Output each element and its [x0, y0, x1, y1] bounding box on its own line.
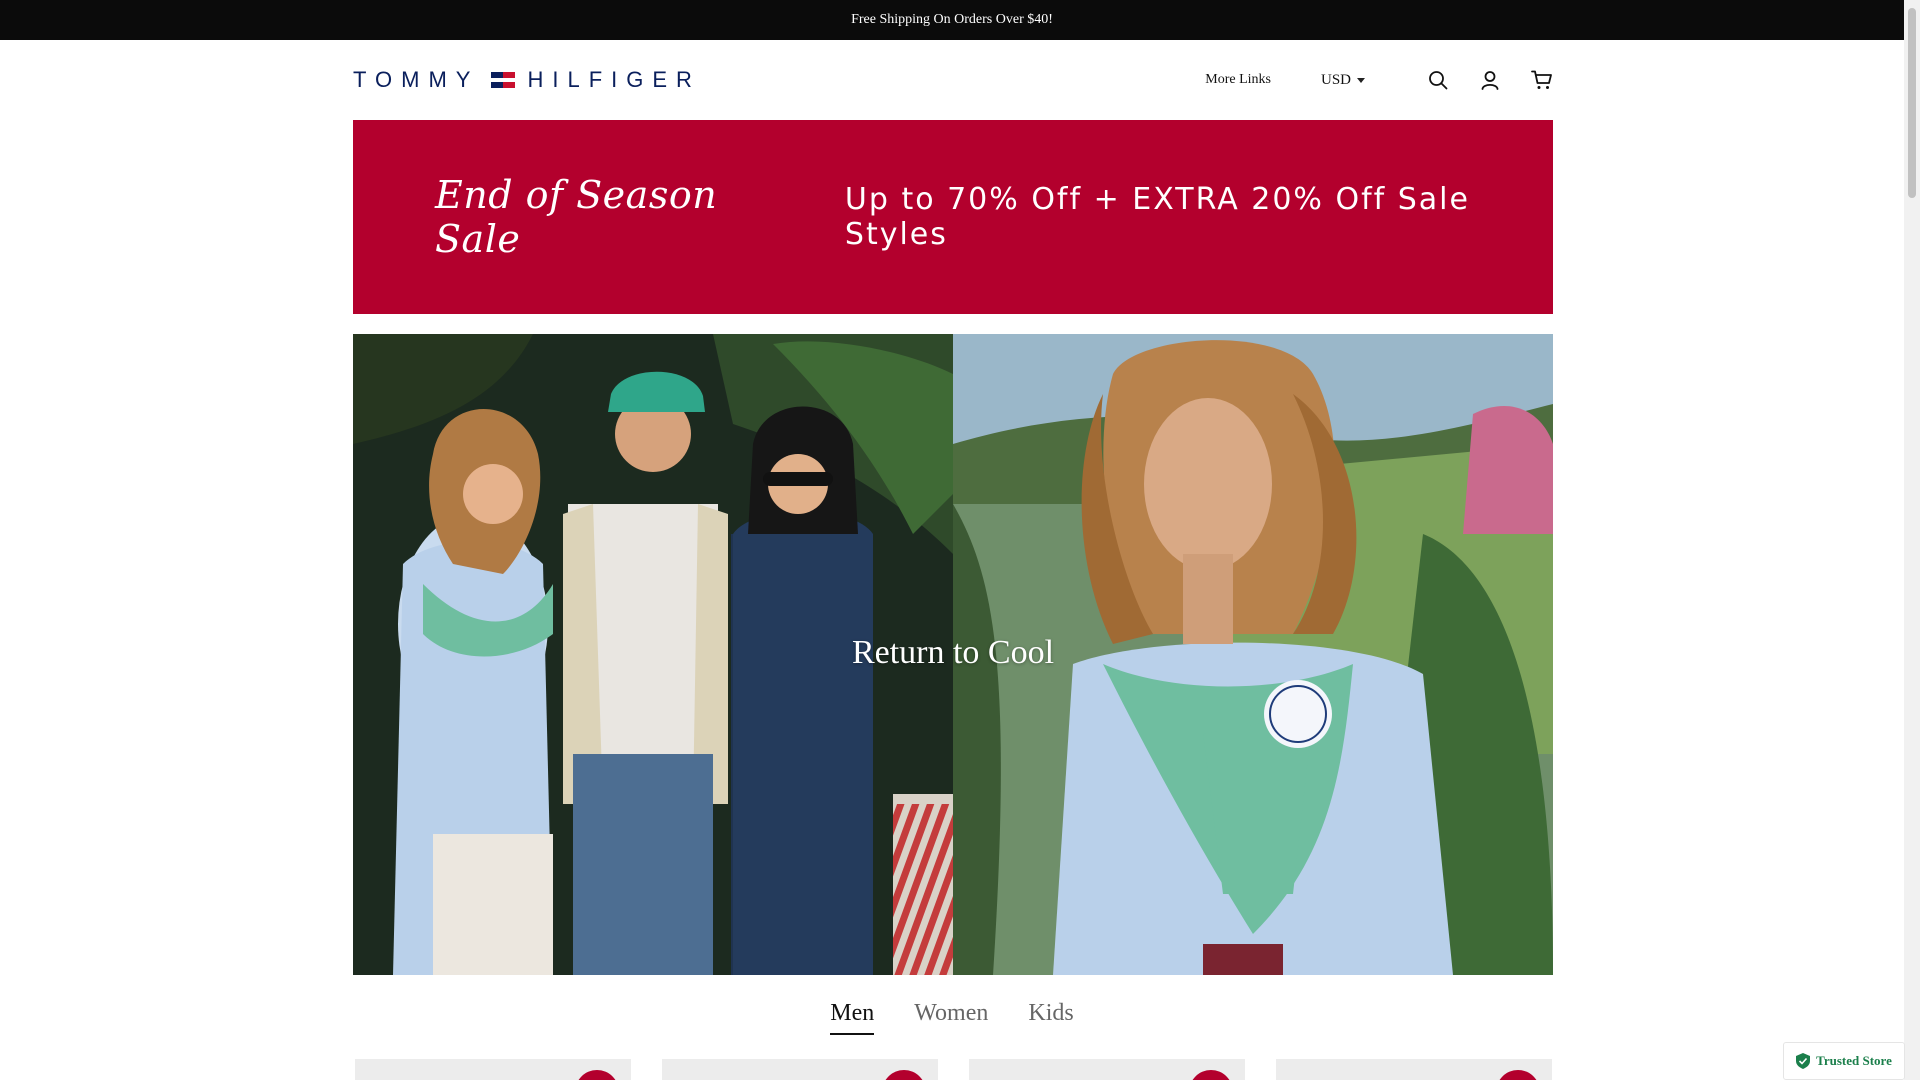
announcement-text: Free Shipping On Orders Over $40!: [851, 12, 1053, 27]
product-grid: [353, 1059, 1553, 1080]
trusted-store-badge[interactable]: Trusted Store: [1783, 1042, 1905, 1080]
tab-men[interactable]: Men: [830, 1000, 875, 1035]
product-card[interactable]: [1276, 1059, 1552, 1080]
sale-promo-banner[interactable]: End of Season Sale Up to 70% Off + EXTRA…: [353, 120, 1553, 314]
header-actions: More Links USD: [1205, 69, 1553, 91]
currency-selector[interactable]: USD: [1321, 72, 1365, 89]
shield-check-icon: [1796, 1053, 1811, 1069]
brand-logo-right: HILFIGER: [527, 67, 701, 92]
sale-badge: [1189, 1070, 1233, 1080]
sale-badge: [882, 1070, 926, 1080]
cart-icon: [1531, 70, 1552, 89]
tab-kids[interactable]: Kids: [1028, 1000, 1073, 1035]
hero-title: Return to Cool: [851, 634, 1055, 671]
currency-value: USD: [1320, 71, 1351, 88]
category-tabs: Men Women Kids: [0, 1000, 1904, 1035]
brand-logo-left: TOMMY: [353, 67, 480, 92]
trusted-store-label: Trusted Store: [1816, 1053, 1892, 1068]
page-scrollbar[interactable]: [1904, 0, 1920, 1080]
more-links-link[interactable]: More Links: [1205, 72, 1271, 88]
product-card[interactable]: [969, 1059, 1245, 1080]
product-card[interactable]: [355, 1059, 631, 1080]
brand-logo[interactable]: TOMMY HILFIGER: [353, 67, 701, 93]
scrollbar-thumb[interactable]: [1908, 8, 1916, 198]
flag-icon: [491, 72, 516, 88]
promo-offer-text: Up to 70% Off + EXTRA 20% Off Sale Style…: [844, 182, 1470, 252]
announcement-bar: Free Shipping On Orders Over $40!: [0, 0, 1904, 40]
site-header: TOMMY HILFIGER More Links USD: [353, 40, 1553, 120]
search-button[interactable]: [1427, 69, 1449, 91]
account-button[interactable]: [1479, 69, 1501, 91]
cart-button[interactable]: [1531, 69, 1553, 91]
product-card[interactable]: [662, 1059, 938, 1080]
user-icon: [1481, 71, 1499, 90]
tab-women[interactable]: Women: [914, 1000, 988, 1035]
sale-badge: [1496, 1070, 1540, 1080]
promo-headline: End of Season Sale: [435, 173, 718, 261]
search-icon: [1429, 71, 1448, 90]
chevron-down-icon: [1357, 77, 1365, 83]
sale-badge: [575, 1070, 619, 1080]
hero-banner[interactable]: Return to Cool: [353, 334, 1553, 975]
